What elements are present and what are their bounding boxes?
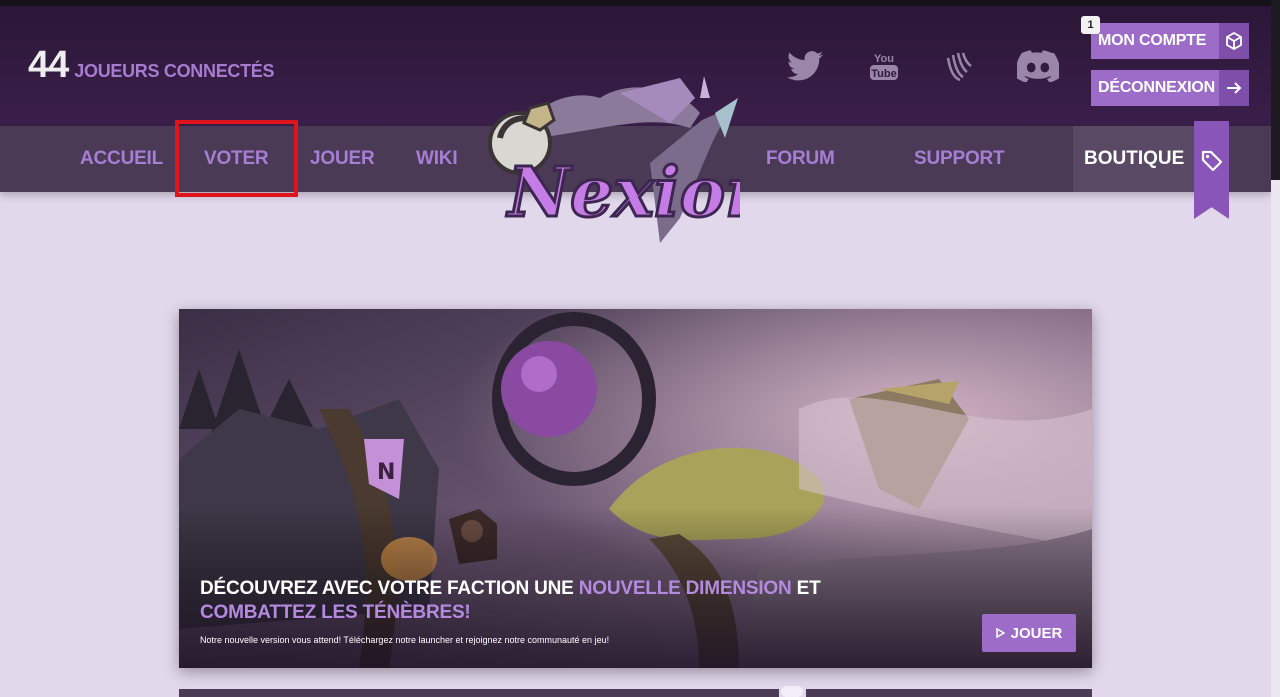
- discord-icon[interactable]: [1016, 44, 1060, 88]
- players-label: JOUEURS CONNECTÉS: [74, 61, 275, 81]
- hero-title-part2: ET: [791, 578, 821, 599]
- logout-label: DÉCONNEXION: [1098, 79, 1215, 96]
- hero-title-highlight1: NOUVELLE DIMENSION: [578, 578, 792, 599]
- cube-icon: [1219, 23, 1249, 59]
- next-section-edge-right: [806, 689, 1092, 697]
- my-account-label: MON COMPTE: [1098, 32, 1207, 49]
- nav-forum[interactable]: FORUM: [766, 126, 835, 192]
- browser-strip: [0, 0, 1280, 6]
- voter-highlight-box: [175, 120, 298, 197]
- nav-support[interactable]: SUPPORT: [914, 126, 1005, 192]
- my-account-button[interactable]: MON COMPTE: [1091, 23, 1249, 59]
- notification-badge: 1: [1081, 16, 1100, 34]
- section-divider-dot: [781, 686, 803, 697]
- hero-subtitle: Notre nouvelle version vous attend! Télé…: [200, 635, 610, 645]
- logout-button[interactable]: DÉCONNEXION: [1091, 70, 1249, 106]
- nav-wiki[interactable]: WIKI: [416, 126, 458, 192]
- play-icon: [995, 628, 1005, 638]
- price-tag-icon: [1201, 150, 1223, 172]
- play-label: JOUER: [1010, 624, 1063, 642]
- site-logo[interactable]: Nexion: [480, 68, 776, 248]
- twitter-icon[interactable]: [783, 44, 827, 88]
- logo-wordmark: Nexion: [506, 153, 740, 233]
- online-players: 44 JOUEURS CONNECTÉS: [28, 44, 275, 87]
- arrow-right-icon: [1219, 70, 1249, 106]
- youtube-icon-text-top: You: [874, 53, 894, 65]
- hero-title-part1: DÉCOUVREZ AVEC VOTRE FACTION UNE: [200, 578, 579, 599]
- hero-banner: N DÉCOUVREZ AVEC VOTRE FACTION UNE NOUVE…: [179, 309, 1092, 668]
- hero-title-highlight2: COMBATTEZ LES TÉNÈBRES!: [200, 602, 471, 623]
- scrollbar-track[interactable]: [1271, 180, 1280, 697]
- vanilla-forums-icon[interactable]: [936, 44, 980, 88]
- youtube-icon-text-bottom: Tube: [871, 68, 896, 80]
- hero-title: DÉCOUVREZ AVEC VOTRE FACTION UNE NOUVELL…: [200, 577, 840, 625]
- nav-accueil[interactable]: ACCUEIL: [80, 126, 163, 192]
- nav-jouer[interactable]: JOUER: [310, 126, 375, 192]
- players-count: 44: [28, 44, 69, 86]
- shop-ribbon[interactable]: [1194, 121, 1229, 219]
- boutique-label: BOUTIQUE: [1084, 148, 1185, 169]
- play-button[interactable]: JOUER: [982, 614, 1076, 652]
- youtube-icon[interactable]: You Tube: [862, 44, 906, 88]
- next-section-edge-left: [179, 689, 779, 697]
